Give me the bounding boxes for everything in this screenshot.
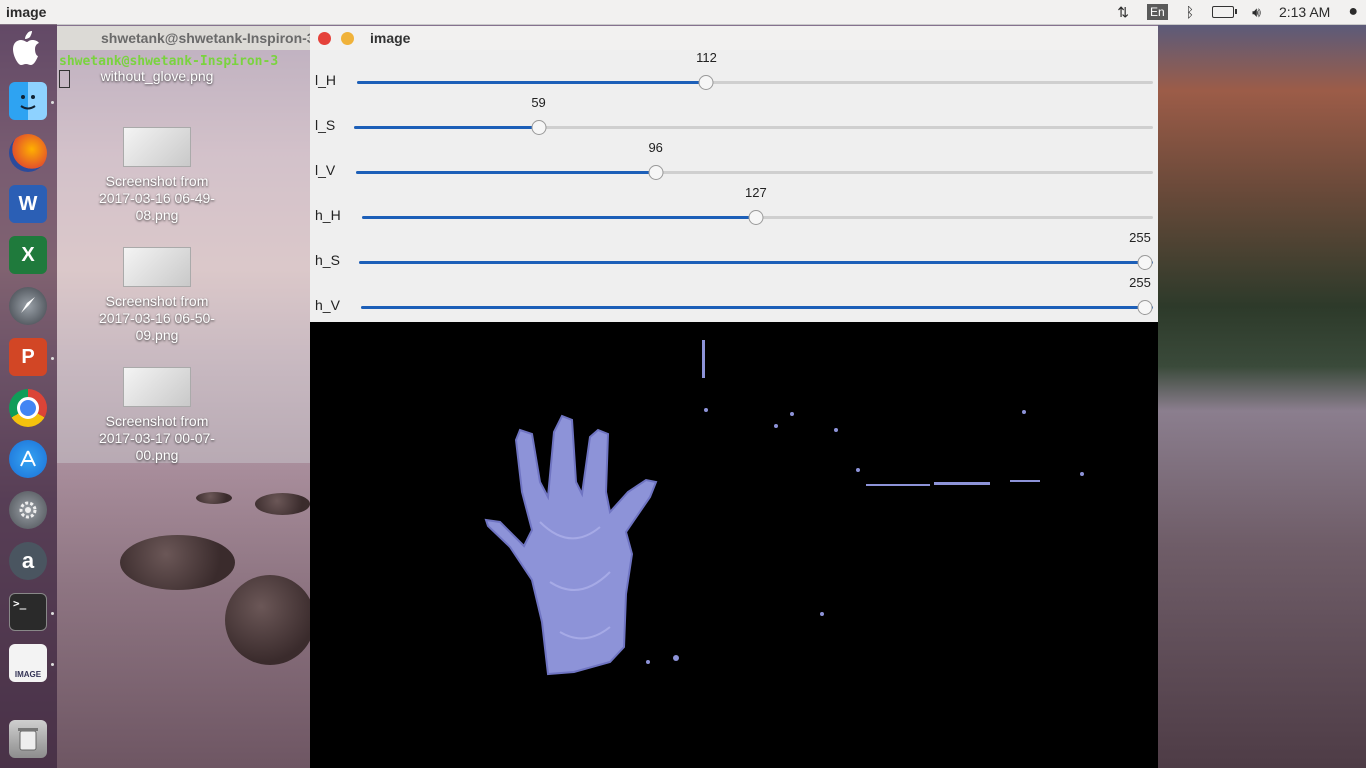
slider-handle[interactable] — [748, 210, 764, 225]
slider-track[interactable] — [354, 120, 1153, 135]
trackbar-value: 59 — [531, 95, 546, 110]
image-window[interactable]: image l_H 112 l_S 59 l_V 96 h_H 127 h_S 255 h_V 255 — [310, 26, 1158, 768]
apple-menu-icon[interactable]: ● — [1348, 3, 1358, 21]
indicator-area: ⇅ En ᛒ 🔊︎ 2:13 AM ● — [1117, 3, 1358, 21]
powerpoint-icon[interactable]: P — [9, 338, 47, 376]
slider-fill — [359, 261, 1153, 264]
finder-icon[interactable] — [9, 82, 47, 120]
trackbar-label: l_S — [315, 117, 336, 133]
minimize-button[interactable] — [341, 31, 354, 45]
file-name: Screenshot from 2017-03-16 06-49-08.png — [99, 173, 215, 223]
running-indicator — [51, 612, 54, 615]
apple-icon[interactable] — [9, 29, 47, 67]
desktop-file[interactable]: without_glove.png — [87, 68, 227, 85]
window-title: image — [370, 30, 411, 46]
trackbar-l-h[interactable]: l_H 112 — [310, 50, 1158, 103]
active-app-title: image — [6, 4, 47, 20]
running-indicator — [51, 357, 54, 360]
file-thumbnail — [123, 247, 191, 287]
slider-fill — [362, 216, 756, 219]
trackbar-label: l_V — [315, 162, 336, 178]
close-button[interactable] — [318, 31, 331, 45]
wallpaper-rock — [255, 493, 310, 515]
terminal-icon[interactable]: >_ — [9, 593, 47, 631]
trackbar-value: 255 — [1129, 230, 1151, 245]
slider-handle[interactable] — [1137, 300, 1153, 315]
trackbar-value: 96 — [648, 140, 663, 155]
terminal-prompt: shwetank@shwetank-Inspiron-3 — [59, 54, 279, 69]
terminal-cursor — [59, 70, 70, 88]
file-name: Screenshot from 2017-03-17 00-07-00.png — [99, 413, 215, 463]
chrome-icon[interactable] — [9, 389, 47, 427]
slider-fill — [356, 171, 656, 174]
wallpaper-rock — [196, 492, 232, 504]
slider-handle[interactable] — [1137, 255, 1153, 270]
word-icon[interactable]: W — [9, 185, 47, 223]
excel-icon[interactable]: X — [9, 236, 47, 274]
image-window-titlebar[interactable]: image — [310, 26, 1158, 50]
volume-icon[interactable]: 🔊︎ — [1252, 4, 1261, 21]
keyboard-language-indicator[interactable]: En — [1147, 4, 1168, 20]
settings-icon[interactable] — [9, 491, 47, 529]
terminal-title: shwetank@shwetank-Inspiron-3 — [101, 30, 310, 46]
slider-track[interactable] — [356, 165, 1153, 180]
slider-track[interactable] — [362, 210, 1153, 225]
image-viewer-icon[interactable]: IMAGE — [9, 644, 47, 682]
desktop-file[interactable]: Screenshot from 2017-03-16 06-50-09.png — [87, 247, 227, 344]
file-thumbnail — [123, 367, 191, 407]
trackbar-label: h_S — [315, 252, 340, 268]
running-indicator — [51, 101, 54, 104]
trackbar-value: 255 — [1129, 275, 1151, 290]
hsv-mask-image — [310, 322, 1158, 768]
file-thumbnail — [123, 127, 191, 167]
firefox-icon[interactable] — [9, 134, 47, 172]
trackbar-label: l_H — [315, 72, 337, 88]
launchpad-icon[interactable] — [9, 287, 47, 325]
slider-fill — [354, 126, 539, 129]
slider-fill — [361, 306, 1153, 309]
network-icon[interactable]: ⇅ — [1117, 4, 1129, 21]
wallpaper-rock — [225, 575, 315, 665]
desktop-file[interactable]: Screenshot from 2017-03-17 00-07-00.png — [87, 367, 227, 464]
wallpaper-rock — [120, 535, 235, 590]
slider-track[interactable] — [359, 255, 1153, 270]
file-name: Screenshot from 2017-03-16 06-50-09.png — [99, 293, 215, 343]
trackbar-value: 112 — [696, 50, 717, 65]
trackbar-l-v[interactable]: l_V 96 — [310, 140, 1158, 193]
trackbar-label: h_V — [315, 297, 340, 313]
battery-icon[interactable] — [1212, 6, 1238, 18]
glove-mask — [484, 340, 1084, 676]
trackbar-value: 127 — [745, 185, 767, 200]
amazon-icon[interactable]: a — [9, 542, 47, 580]
terminal-titlebar[interactable]: shwetank@shwetank-Inspiron-3 — [57, 26, 310, 50]
slider-handle[interactable] — [648, 165, 664, 180]
trackbar-h-s[interactable]: h_S 255 — [310, 230, 1158, 283]
running-indicator — [51, 663, 54, 666]
slider-handle[interactable] — [531, 120, 547, 135]
bluetooth-icon[interactable]: ᛒ — [1186, 4, 1194, 20]
clock[interactable]: 2:13 AM — [1279, 4, 1330, 20]
trash-icon[interactable] — [9, 720, 47, 758]
trackbar-l-s[interactable]: l_S 59 — [310, 95, 1158, 148]
launcher-dock: W X P a >_ IMAGE — [0, 24, 57, 768]
trackbar-label: h_H — [315, 207, 341, 223]
top-panel: image ⇅ En ᛒ 🔊︎ 2:13 AM ● — [0, 0, 1366, 25]
terminal-window[interactable]: shwetank@shwetank-Inspiron-3 shwetank@sh… — [57, 26, 310, 463]
file-name: without_glove.png — [100, 68, 214, 84]
appstore-icon[interactable] — [9, 440, 47, 478]
wallpaper-mountain — [1158, 24, 1366, 768]
slider-handle[interactable] — [698, 75, 714, 90]
desktop-file[interactable]: Screenshot from 2017-03-16 06-49-08.png — [87, 127, 227, 224]
slider-fill — [357, 81, 707, 84]
slider-track[interactable] — [361, 300, 1153, 315]
trackbar-h-h[interactable]: h_H 127 — [310, 185, 1158, 238]
slider-track[interactable] — [357, 75, 1153, 90]
